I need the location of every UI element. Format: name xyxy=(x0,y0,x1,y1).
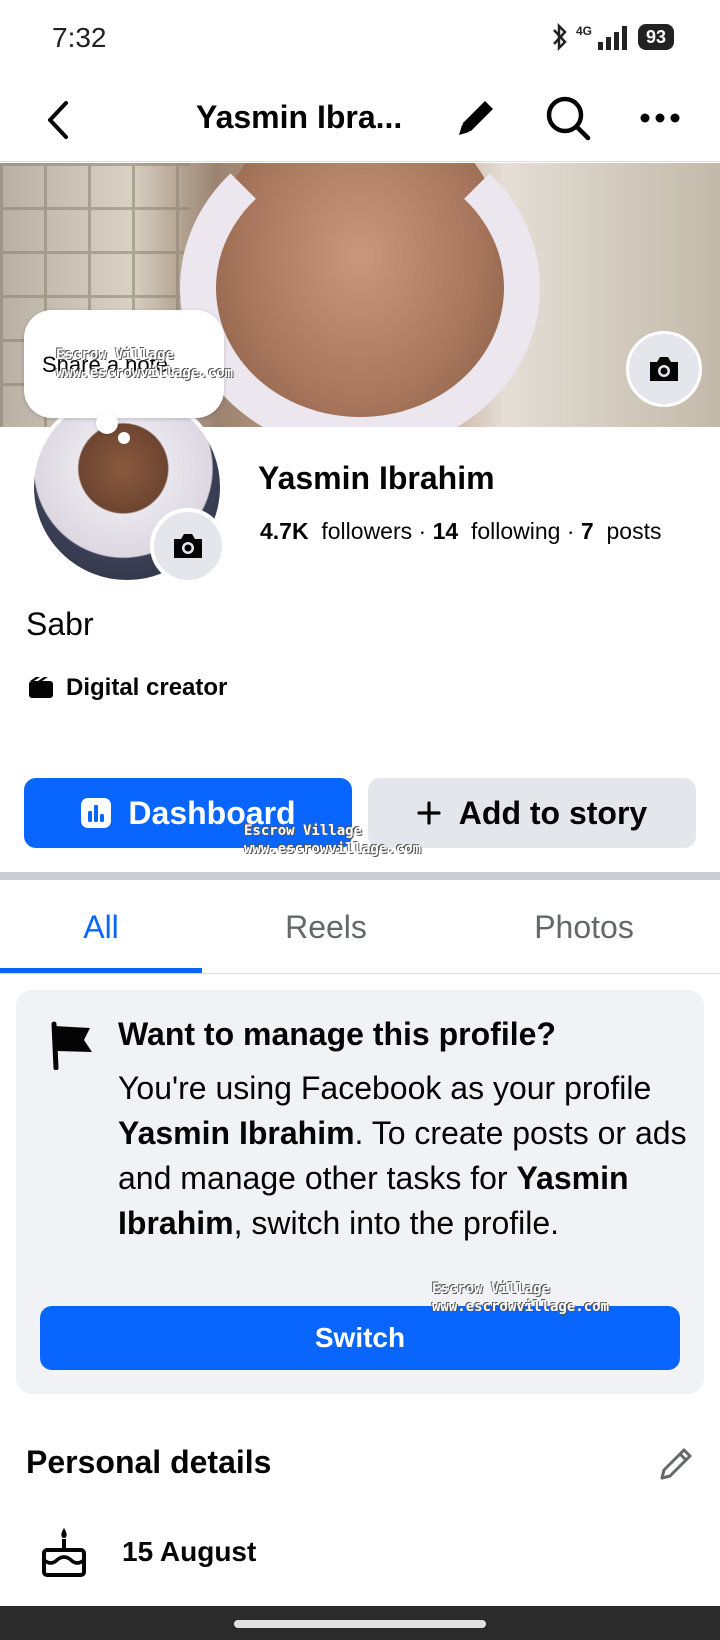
watermark: Escrow Village www.escrowvillage.com xyxy=(56,347,234,381)
home-indicator[interactable] xyxy=(234,1620,486,1628)
top-nav: Yasmin Ibra... xyxy=(0,80,720,162)
edit-avatar-button[interactable] xyxy=(150,508,226,584)
network-type-label: 4G xyxy=(575,24,592,38)
camera-icon xyxy=(174,534,202,558)
search-button[interactable] xyxy=(538,86,598,150)
following-label[interactable]: following xyxy=(465,518,561,544)
flag-icon xyxy=(51,1021,92,1070)
manage-profile-description: You're using Facebook as your profile Ya… xyxy=(118,1070,687,1241)
camera-icon xyxy=(650,357,678,381)
status-bar: 7:32 4G 93 xyxy=(0,0,720,80)
section-divider xyxy=(0,872,720,880)
note-bubble-dot-small xyxy=(118,432,130,444)
back-button[interactable] xyxy=(28,90,88,150)
followers-label[interactable]: followers xyxy=(315,518,412,544)
signal-icon xyxy=(597,26,627,50)
birthday-cake-icon xyxy=(42,1528,86,1577)
search-icon xyxy=(546,96,591,141)
status-icons: 4G 93 xyxy=(550,22,674,52)
stats-separator: · xyxy=(560,518,581,544)
active-tab-indicator xyxy=(0,968,202,973)
category-label: Digital creator xyxy=(66,674,228,701)
posts-count[interactable]: 7 xyxy=(581,518,594,544)
status-time: 7:32 xyxy=(52,22,107,53)
more-options-button[interactable] xyxy=(630,86,690,150)
profile-stats: 4.7K followers · 14 following · 7 posts xyxy=(260,518,661,545)
followers-count[interactable]: 4.7K xyxy=(260,518,309,544)
birthday-value: 15 August xyxy=(122,1536,257,1567)
manage-profile-title: Want to manage this profile? xyxy=(118,1016,556,1052)
stats-separator: · xyxy=(412,518,433,544)
dashboard-icon xyxy=(81,798,112,828)
edit-personal-details-button[interactable] xyxy=(650,1438,702,1490)
following-count[interactable]: 14 xyxy=(433,518,459,544)
personal-details-title: Personal details xyxy=(26,1444,272,1480)
tab-all[interactable]: All xyxy=(0,880,202,974)
note-bubble-dot xyxy=(96,412,118,434)
clapperboard-icon xyxy=(29,677,53,698)
back-arrow-icon xyxy=(48,101,68,139)
add-to-story-label: Add to story xyxy=(458,794,648,831)
edit-button[interactable] xyxy=(446,86,506,150)
profile-name: Yasmin Ibrahim xyxy=(258,460,495,496)
tab-photos[interactable]: Photos xyxy=(480,880,688,974)
bluetooth-icon xyxy=(553,22,567,52)
profile-bio: Sabr xyxy=(26,606,94,642)
watermark: Escrow Village www.escrowvillage.com xyxy=(432,1281,610,1315)
tab-reels[interactable]: Reels xyxy=(222,880,430,974)
pencil-icon xyxy=(459,101,493,135)
pencil-outline-icon xyxy=(660,1448,692,1480)
more-icon xyxy=(640,113,680,123)
profile-name-mention: Yasmin Ibrahim xyxy=(118,1115,355,1151)
watermark: Escrow Village www.escrowvillage.com xyxy=(244,823,422,857)
cover-scarf-image xyxy=(180,163,540,427)
edit-cover-button[interactable] xyxy=(626,331,702,407)
profile-tabs: All Reels Photos xyxy=(0,880,720,974)
battery-indicator: 93 xyxy=(637,24,674,50)
profile-category: Digital creator xyxy=(28,674,227,702)
page-title: Yasmin Ibra... xyxy=(196,99,403,135)
posts-label[interactable]: posts xyxy=(600,518,662,544)
